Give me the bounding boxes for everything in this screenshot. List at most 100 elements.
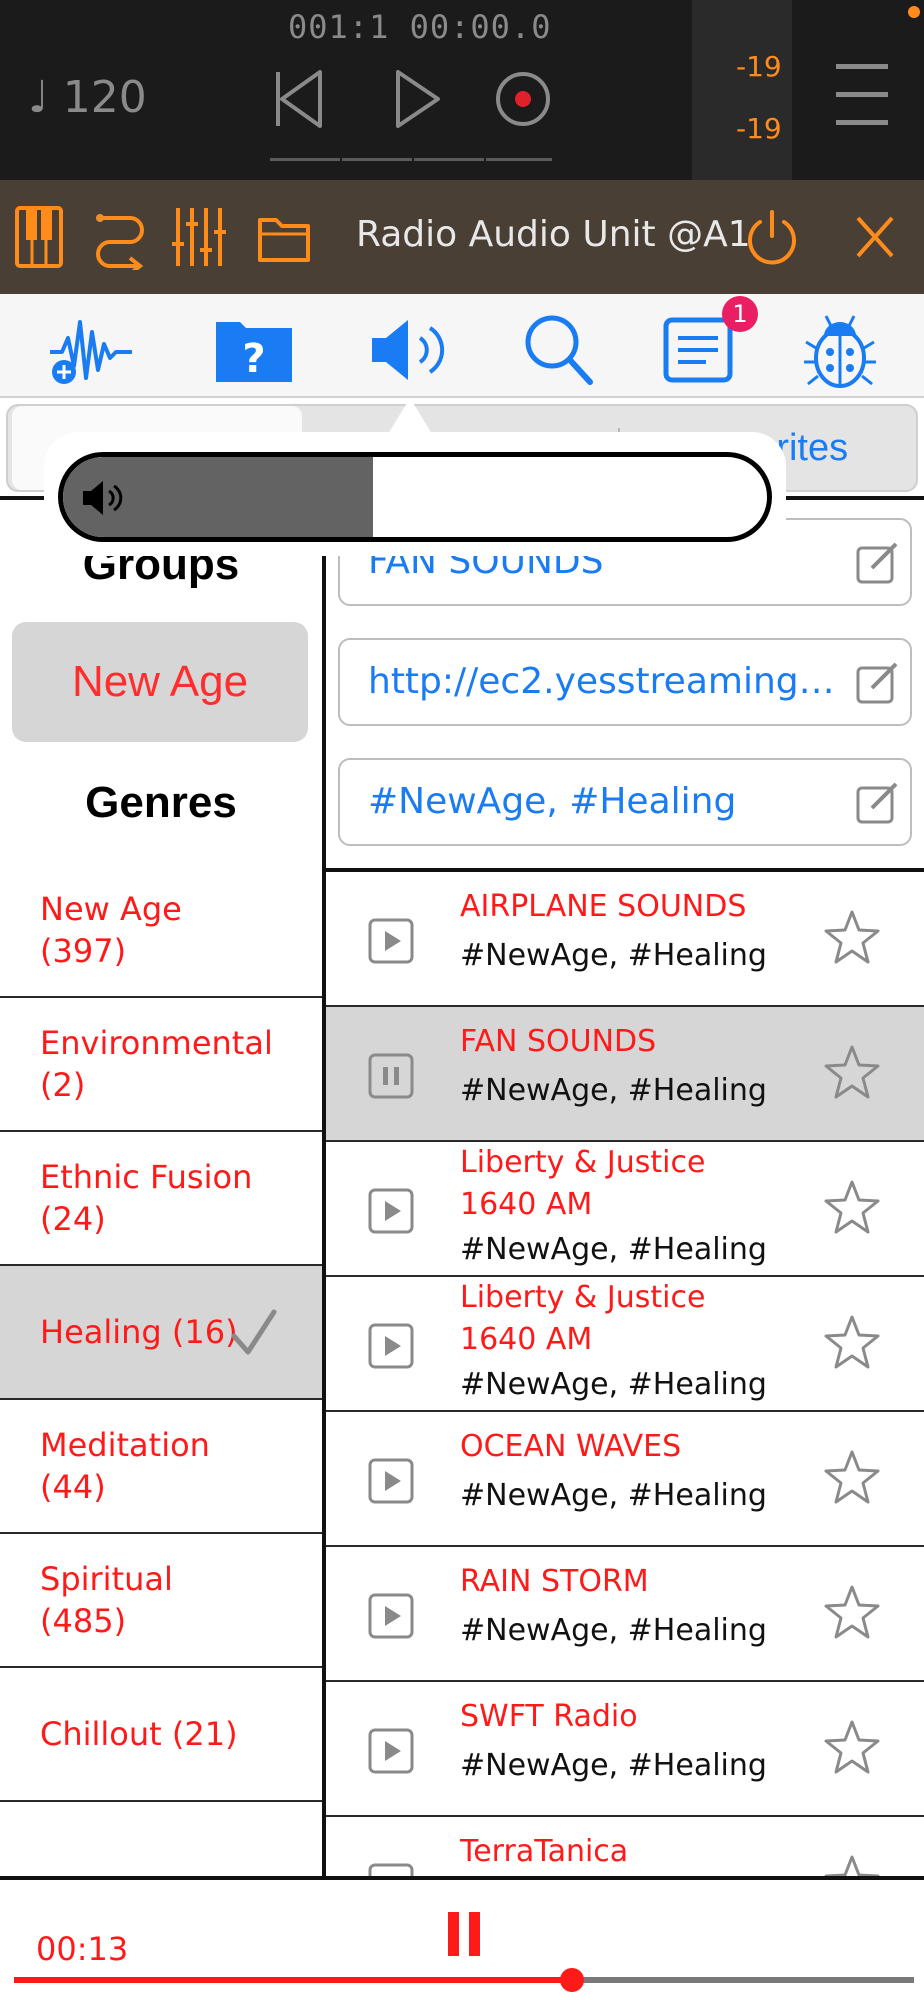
play-icon[interactable]	[368, 918, 414, 964]
genre-item[interactable]: Meditation (44)	[0, 1400, 322, 1534]
divider	[270, 158, 340, 161]
pause-icon[interactable]	[368, 1053, 414, 1099]
tempo-display[interactable]: ♩ 120	[28, 72, 147, 123]
position-display: 001:1 00:00.0	[288, 8, 552, 46]
star-icon[interactable]	[822, 1583, 882, 1643]
power-button[interactable]	[744, 204, 806, 270]
power-icon	[748, 210, 796, 265]
folder-button[interactable]	[256, 204, 318, 270]
station-name: Liberty & Justice 1640 AM	[460, 1280, 706, 1357]
play-icon[interactable]	[368, 1728, 414, 1774]
record-icon	[496, 72, 550, 126]
star-icon[interactable]	[822, 1178, 882, 1238]
play-icon[interactable]	[368, 1188, 414, 1234]
star-icon[interactable]	[822, 1313, 882, 1373]
checkmark-icon	[231, 1309, 277, 1355]
divider	[414, 158, 484, 161]
volume-slider[interactable]	[58, 452, 772, 542]
piano-icon	[15, 206, 63, 268]
edit-icon[interactable]	[854, 780, 900, 826]
pause-icon[interactable]	[444, 1910, 484, 1958]
station-row[interactable]: Liberty & Justice 1640 AM #NewAge, #Heal…	[326, 1277, 924, 1412]
meter-right-value: -19	[736, 112, 782, 145]
station-tags: #NewAge, #Healing	[460, 1073, 767, 1108]
station-name: AIRPLANE SOUNDS	[460, 889, 747, 924]
station-tags: #NewAge, #Healing	[460, 1367, 767, 1402]
volume-button[interactable]	[366, 308, 450, 392]
play-icon[interactable]	[368, 1458, 414, 1504]
genre-item[interactable]: Spiritual (485)	[0, 1534, 322, 1668]
star-icon[interactable]	[822, 1853, 882, 1876]
menu-button[interactable]	[830, 58, 894, 132]
play-button[interactable]	[380, 64, 450, 134]
genre-label: Healing (16)	[40, 1313, 238, 1351]
keyboard-button[interactable]	[14, 204, 76, 270]
record-button[interactable]	[488, 64, 558, 134]
progress-fill	[14, 1977, 572, 1983]
folder-icon	[258, 218, 310, 262]
genre-item[interactable]: Ethnic Fusion (24)	[0, 1132, 322, 1266]
mixer-icon	[172, 208, 226, 266]
search-button[interactable]	[518, 308, 602, 392]
genre-item[interactable]: New Age (397)	[0, 864, 322, 998]
station-tags-value: #NewAge, #Healing	[368, 781, 737, 822]
progress-knob[interactable]	[560, 1968, 584, 1992]
star-icon[interactable]	[822, 1043, 882, 1103]
help-button[interactable]: ?	[212, 308, 296, 392]
bug-icon	[804, 315, 876, 388]
station-name: Liberty & Justice 1640 AM	[460, 1145, 706, 1222]
genre-label: Meditation (44)	[40, 1426, 210, 1506]
station-row[interactable]: SWFT Radio #NewAge, #Healing	[326, 1682, 924, 1817]
station-name: TerraTanica	[460, 1834, 629, 1869]
station-tags: #NewAge, #Healing	[460, 1748, 767, 1783]
audio-unit-title: Radio Audio Unit @A1	[356, 214, 751, 255]
close-icon	[856, 216, 894, 258]
star-icon[interactable]	[822, 908, 882, 968]
station-row[interactable]: AIRPLANE SOUNDS #NewAge, #Healing	[326, 872, 924, 1007]
mixer-button[interactable]	[170, 204, 232, 270]
genres-heading: Genres	[85, 778, 237, 827]
selected-group-button[interactable]: New Age	[12, 622, 308, 742]
genre-label: Environmental (2)	[40, 1024, 273, 1104]
divider	[486, 158, 552, 161]
genre-item-selected[interactable]: Healing (16)	[0, 1266, 322, 1400]
star-icon[interactable]	[822, 1718, 882, 1778]
genre-label: Ethnic Fusion (24)	[40, 1158, 253, 1238]
close-button[interactable]	[850, 204, 912, 270]
playback-progress[interactable]	[14, 1968, 914, 1992]
rewind-button[interactable]	[262, 64, 332, 134]
edit-icon[interactable]	[854, 660, 900, 706]
status-dot	[908, 6, 920, 18]
debug-button[interactable]	[798, 308, 882, 392]
station-row[interactable]: RAIN STORM #NewAge, #Healing	[326, 1547, 924, 1682]
station-name: FAN SOUNDS	[460, 1024, 657, 1059]
genre-item[interactable]: Environmental (2)	[0, 998, 322, 1132]
hamburger-icon	[836, 64, 888, 125]
edit-icon[interactable]	[854, 540, 900, 586]
search-icon	[525, 315, 593, 385]
routing-button[interactable]	[92, 204, 154, 276]
station-url-field[interactable]: http://ec2.yesstreaming.ne...	[338, 638, 912, 726]
station-name: SWFT Radio	[460, 1699, 638, 1734]
station-row-playing[interactable]: FAN SOUNDS #NewAge, #Healing	[326, 1007, 924, 1142]
station-name: RAIN STORM	[460, 1564, 649, 1599]
play-icon[interactable]	[368, 1863, 414, 1876]
station-tags-field[interactable]: #NewAge, #Healing	[338, 758, 912, 846]
station-row[interactable]: OCEAN WAVES #NewAge, #Healing	[326, 1412, 924, 1547]
add-waveform-button[interactable]	[46, 308, 132, 392]
station-tags: #NewAge, #Healing	[460, 938, 767, 973]
genre-item[interactable]: Chillout (21)	[0, 1668, 322, 1802]
play-icon[interactable]	[368, 1593, 414, 1639]
play-icon[interactable]	[368, 1323, 414, 1369]
help-folder-icon: ?	[216, 322, 292, 382]
station-name: OCEAN WAVES	[460, 1429, 682, 1464]
genre-label: New Age (397)	[40, 890, 182, 970]
genre-label: Spiritual (485)	[40, 1560, 173, 1640]
station-row[interactable]: TerraTanica	[326, 1817, 924, 1876]
routing-icon	[96, 214, 144, 276]
star-icon[interactable]	[822, 1448, 882, 1508]
popover-arrow	[388, 398, 432, 434]
station-row[interactable]: Liberty & Justice 1640 AM #NewAge, #Heal…	[326, 1142, 924, 1277]
station-url-value: http://ec2.yesstreaming.ne...	[368, 661, 840, 702]
genre-label: Chillout (21)	[40, 1715, 238, 1753]
